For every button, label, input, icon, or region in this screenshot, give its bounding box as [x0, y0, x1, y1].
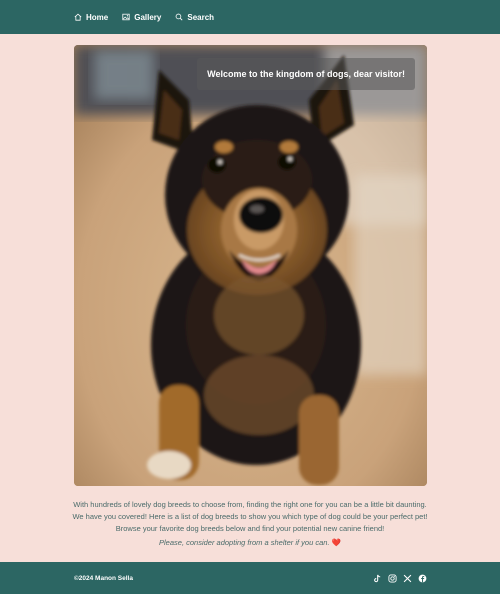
- social-links: [373, 573, 427, 583]
- intro-line-1: With hundreds of lovely dog breeds to ch…: [73, 500, 427, 509]
- nav-search-label: Search: [187, 12, 215, 22]
- nav-gallery-label: Gallery: [134, 12, 162, 22]
- nav-home-label: Home: [86, 12, 109, 22]
- nav-search[interactable]: Search: [175, 13, 214, 22]
- search-icon: [176, 13, 183, 21]
- adopt-text: Please, consider adopting from a shelter…: [159, 538, 330, 547]
- footer: ©2024 Manon Sella: [0, 562, 500, 594]
- gallery-icon: [122, 13, 130, 21]
- copyright: ©2024 Manon Sella: [74, 574, 133, 582]
- navbar: Home Gallery Search: [0, 0, 500, 34]
- tiktok-icon[interactable]: [373, 574, 382, 583]
- hero-image: Welcome to the kingdom of dogs, dear vis…: [74, 45, 427, 486]
- intro-line-3: Browse your favorite dog breeds below an…: [115, 524, 385, 533]
- welcome-banner: Welcome to the kingdom of dogs, dear vis…: [197, 58, 415, 90]
- intro-line-2: We have you covered! Here is a list of d…: [72, 512, 428, 521]
- heart-icon: ❤️: [331, 538, 341, 547]
- x-icon[interactable]: [403, 574, 412, 583]
- facebook-icon[interactable]: [418, 574, 427, 583]
- dog-photo: [74, 45, 427, 486]
- adopt-message: Please, consider adopting from a shelter…: [60, 537, 440, 549]
- instagram-icon[interactable]: [388, 573, 397, 583]
- home-icon: [74, 13, 82, 21]
- nav-gallery[interactable]: Gallery: [122, 13, 161, 22]
- intro-section: With hundreds of lovely dog breeds to ch…: [60, 499, 440, 549]
- nav-home[interactable]: Home: [74, 13, 108, 22]
